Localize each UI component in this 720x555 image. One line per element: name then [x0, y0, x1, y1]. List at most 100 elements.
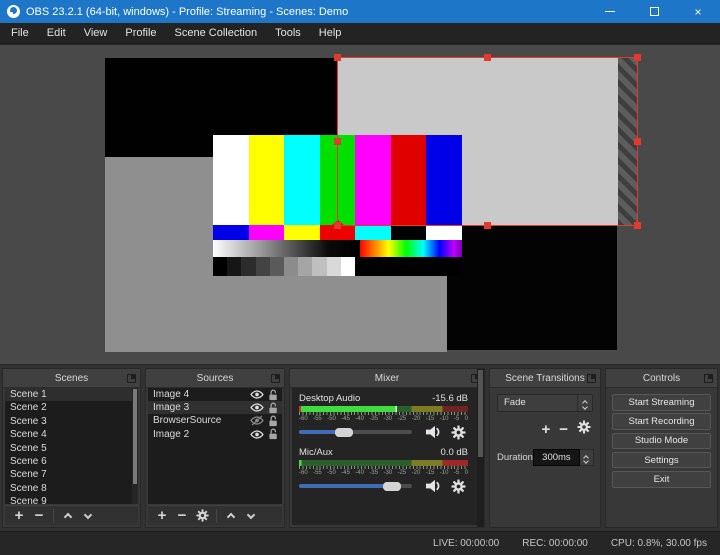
eye-icon: [250, 390, 264, 399]
live-time: LIVE: 00:00:00: [433, 538, 500, 549]
minimize-icon: [605, 11, 615, 12]
scenes-list: Scene 1 Scene 2 Scene 3 Scene 4 Scene 5 Scene…: [5, 388, 138, 504]
close-button[interactable]: ×: [676, 0, 720, 23]
scenes-float-icon[interactable]: [127, 374, 136, 383]
source-move-up-button[interactable]: [221, 507, 241, 525]
mixer-panel: Mixer Desktop Audio -15.6 dB -60 -55 -50 -4…: [289, 368, 485, 528]
transition-selected-value: Fade: [504, 397, 526, 408]
scene-list-item[interactable]: Scene 5: [5, 442, 138, 455]
scenes-panel: Scenes Scene 1 Scene 2 Scene 3 Scene 4 Scene…: [2, 368, 141, 528]
source-list-item[interactable]: Image 4: [148, 388, 282, 401]
source-black-rect-bottom-right[interactable]: [447, 226, 617, 350]
settings-button[interactable]: Settings: [612, 451, 711, 469]
scene-transitions-panel: Scene Transitions Fade + − Duration 300m…: [489, 368, 601, 528]
minimize-button[interactable]: [588, 0, 632, 23]
source-add-button[interactable]: +: [152, 507, 172, 525]
source-remove-button[interactable]: −: [172, 507, 192, 525]
start-recording-button[interactable]: Start Recording: [612, 413, 711, 430]
duration-spinner[interactable]: [579, 449, 594, 466]
scene-move-down-button[interactable]: [78, 507, 98, 525]
scene-add-button[interactable]: +: [9, 507, 29, 525]
scene-list-item[interactable]: Scene 4: [5, 428, 138, 441]
mixer-channel-mic-aux: Mic/Aux 0.0 dB -60 -55 -50 -45 -40 -35 -30 -25-…: [299, 447, 468, 494]
menu-scene-collection[interactable]: Scene Collection: [166, 23, 267, 43]
source-list-item[interactable]: BrowserSource: [148, 414, 282, 427]
unlock-icon: [269, 389, 277, 400]
unlock-icon: [269, 428, 277, 440]
transition-remove-button[interactable]: −: [559, 422, 568, 437]
scenes-scrollbar[interactable]: [132, 388, 138, 504]
scene-move-up-button[interactable]: [58, 507, 78, 525]
scenes-panel-title: Scenes: [54, 372, 89, 384]
title-bar: OBS 23.2.1 (64-bit, windows) - Profile: …: [0, 0, 720, 23]
eye-slash-icon: [250, 415, 264, 426]
mute-speaker-icon[interactable]: [424, 479, 444, 493]
transition-add-button[interactable]: +: [541, 422, 550, 437]
menu-view[interactable]: View: [75, 23, 117, 43]
mixer-channel-desktop-audio: Desktop Audio -15.6 dB -60 -55 -50 -45 -40 -3…: [299, 393, 468, 440]
source-move-down-button[interactable]: [241, 507, 261, 525]
channel-settings-gear-icon[interactable]: [448, 478, 468, 494]
menu-tools[interactable]: Tools: [266, 23, 310, 43]
duration-value: 300ms: [532, 449, 580, 466]
meter-scale: -60 -55 -50 -45 -40 -35 -30 -25 -20 -15 -10 -5 0: [299, 416, 468, 422]
source-properties-gear-button[interactable]: [192, 507, 212, 525]
exit-button[interactable]: Exit: [612, 471, 711, 488]
sources-list: Image 4 Image 3 BrowserSource Image 2: [148, 388, 282, 504]
color-bars: [213, 135, 463, 225]
scene-remove-button[interactable]: −: [29, 507, 49, 525]
window-title: OBS 23.2.1 (64-bit, windows) - Profile: …: [26, 5, 349, 18]
eye-icon: [250, 403, 264, 412]
scene-list-item[interactable]: Scene 2: [5, 401, 138, 414]
channel-volume-db: 0.0 dB: [440, 447, 468, 458]
volume-slider[interactable]: [299, 426, 412, 438]
scene-list-item[interactable]: Scene 3: [5, 415, 138, 428]
volume-slider[interactable]: [299, 480, 412, 492]
controls-panel-title: Controls: [642, 372, 681, 384]
channel-settings-gear-icon[interactable]: [448, 424, 468, 440]
color-bars-castellation: [213, 220, 463, 240]
channel-name: Desktop Audio: [299, 393, 361, 404]
sources-float-icon[interactable]: [271, 374, 280, 383]
gradient-strips: [213, 240, 462, 257]
eye-icon: [250, 430, 264, 439]
controls-panel: Controls Start Streaming Start Recording…: [605, 368, 718, 528]
menu-bar: File Edit View Profile Scene Collection …: [0, 23, 720, 44]
preview-canvas[interactable]: [0, 44, 720, 365]
transition-select-spinner[interactable]: [577, 395, 592, 411]
menu-file[interactable]: File: [2, 23, 38, 43]
obs-main-window: OBS 23.2.1 (64-bit, windows) - Profile: …: [0, 0, 720, 555]
scene-list-item[interactable]: Scene 9: [5, 495, 138, 504]
scene-list-item[interactable]: Scene 6: [5, 455, 138, 468]
maximize-button[interactable]: [632, 0, 676, 23]
scene-list-item[interactable]: Scene 1: [5, 388, 138, 402]
transitions-panel-title: Scene Transitions: [505, 372, 585, 384]
source-list-item[interactable]: Image 2: [148, 428, 282, 441]
duration-label: Duration: [497, 452, 533, 463]
duration-spinbox[interactable]: 300ms: [532, 449, 594, 466]
transitions-float-icon[interactable]: [587, 374, 596, 383]
dock-area: Scenes Scene 1 Scene 2 Scene 3 Scene 4 Scene…: [0, 366, 720, 531]
meter-ticks: [299, 466, 468, 469]
mute-speaker-icon[interactable]: [424, 425, 444, 439]
mixer-scrollbar[interactable]: [477, 369, 484, 527]
obs-logo-icon: [7, 5, 20, 18]
scene-list-item[interactable]: Scene 8: [5, 482, 138, 495]
source-list-item[interactable]: Image 3: [148, 401, 282, 415]
controls-float-icon[interactable]: [704, 374, 713, 383]
menu-help[interactable]: Help: [310, 23, 351, 43]
sources-panel-title: Sources: [196, 372, 234, 384]
menu-profile[interactable]: Profile: [116, 23, 165, 43]
unlock-icon: [269, 402, 277, 413]
start-streaming-button[interactable]: Start Streaming: [612, 394, 711, 411]
transition-properties-gear-button[interactable]: [577, 420, 591, 439]
source-color-bars-pattern[interactable]: [213, 135, 463, 276]
unlock-icon: [269, 415, 277, 427]
channel-volume-db: -15.6 dB: [432, 393, 468, 404]
studio-mode-button[interactable]: Studio Mode: [612, 432, 711, 450]
sources-panel: Sources Image 4 Image 3 BrowserSource Image…: [145, 368, 285, 528]
menu-edit[interactable]: Edit: [38, 23, 75, 43]
scene-list-item[interactable]: Scene 7: [5, 468, 138, 481]
mixer-panel-title: Mixer: [374, 372, 400, 384]
transition-select[interactable]: Fade: [497, 394, 593, 412]
